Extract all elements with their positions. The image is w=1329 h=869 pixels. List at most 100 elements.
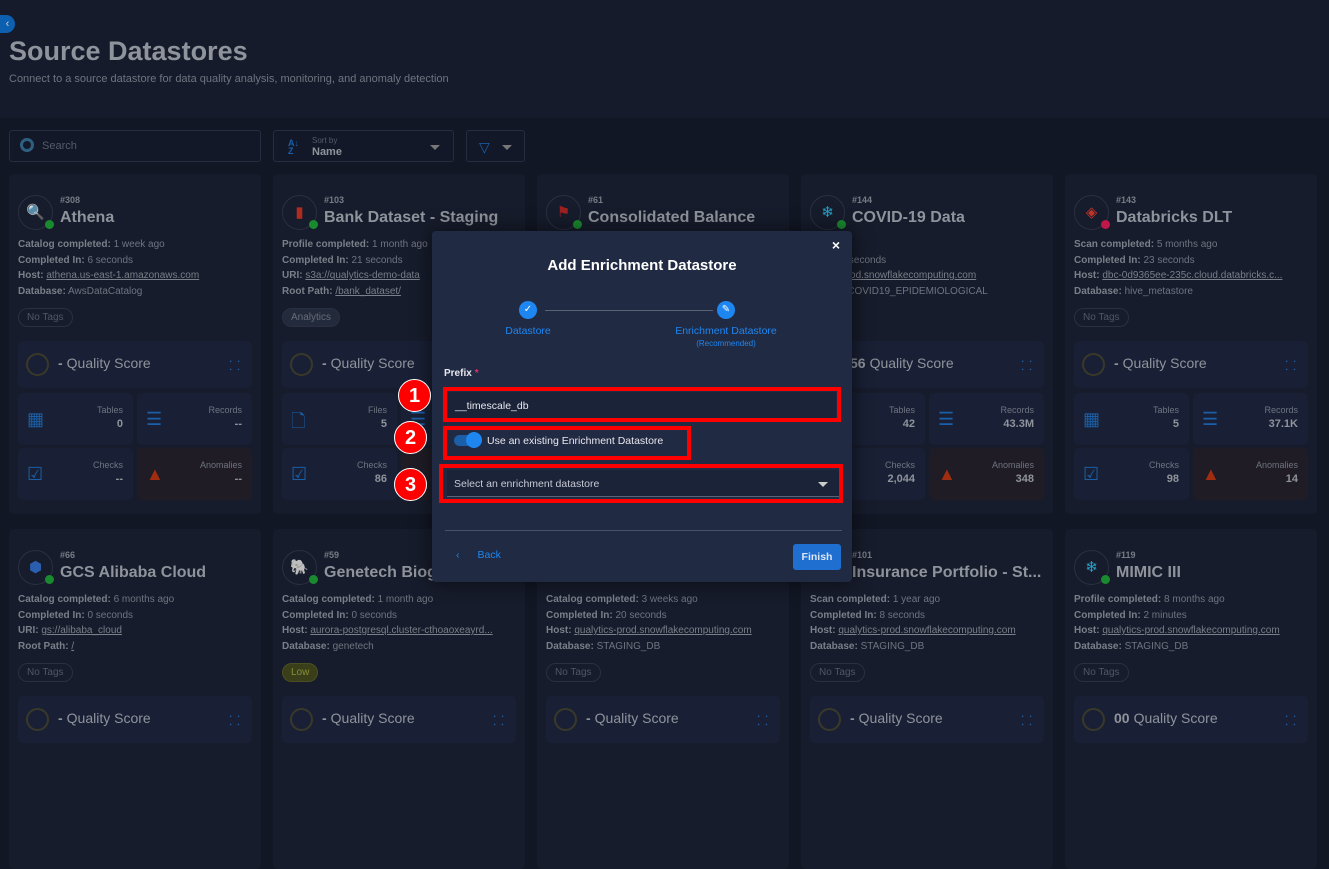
card-detail-line: Completed In: 8 seconds — [810, 610, 1046, 621]
detail-link[interactable]: /bank_dataset/ — [335, 286, 401, 297]
step-label-enrichment: Enrichment Datastore — [675, 325, 777, 337]
stat-tables[interactable]: ▦ Tables 5 — [1074, 393, 1189, 445]
annotation-badge-1: 1 — [398, 379, 431, 412]
datastore-name[interactable]: Athena — [60, 209, 114, 227]
detail-label: Host: — [810, 625, 836, 636]
hierarchy-tree-icon[interactable]: ⸬ — [1285, 356, 1296, 374]
score-value: - — [1114, 355, 1119, 371]
stat-label: Tables — [1152, 405, 1179, 415]
stat-records[interactable]: ☰ Records -- — [137, 393, 252, 445]
stat-label: Anomalies — [1255, 460, 1298, 470]
card-detail-line: Scan completed: 1 year ago — [810, 594, 1046, 605]
datastore-card[interactable]: ◈ #143 Databricks DLT Scan completed: 5 mon… — [1065, 174, 1317, 514]
filter-button[interactable]: ▽ — [466, 130, 525, 162]
tag-chip[interactable]: No Tags — [18, 663, 73, 682]
stat-value: 98 — [1166, 473, 1179, 485]
detail-link[interactable]: dbc-0d9365ee-235c.cloud.databricks.c... — [1102, 270, 1282, 281]
detail-value: 20 seconds — [615, 610, 667, 621]
detail-label: Catalog completed: — [282, 594, 375, 605]
back-button[interactable]: ‹ Back — [456, 549, 519, 561]
hierarchy-tree-icon[interactable]: ⸬ — [1285, 711, 1296, 729]
card-detail-line: Host: aurora-postgresql.cluster-cthoaoxe… — [282, 625, 518, 636]
score-ring — [554, 708, 577, 731]
detail-link[interactable]: gs://alibaba_cloud — [41, 625, 122, 636]
detail-label: Catalog completed: — [18, 239, 111, 250]
close-icon[interactable]: × — [832, 237, 840, 253]
stat-records[interactable]: ☰ Records 37.1K — [1193, 393, 1308, 445]
tag-chip[interactable]: Low — [282, 663, 319, 682]
detail-link[interactable]: qualytics-prod.snowflakecomputing.com — [1102, 625, 1279, 636]
detail-label: Profile completed: — [1074, 594, 1162, 605]
datastore-name[interactable]: Bank Dataset - Staging — [324, 209, 498, 227]
status-dot — [1101, 575, 1110, 584]
stat-checks[interactable]: ☑ Checks 98 — [1074, 448, 1189, 500]
detail-link[interactable]: / — [71, 641, 74, 652]
hierarchy-tree-icon[interactable]: ⸬ — [493, 711, 504, 729]
stat-value: 14 — [1285, 473, 1298, 485]
quality-score-label: Quality Score — [869, 355, 954, 371]
detail-link[interactable]: qualytics-prod.snowflakecomputing.com — [838, 625, 1015, 636]
stat-anomalies[interactable]: ▲ Anomalies 14 — [1193, 448, 1308, 500]
finish-button[interactable]: Finish — [793, 544, 841, 570]
card-detail-line: Database: genetech — [282, 641, 518, 652]
stat-tables[interactable]: ▦ Tables 0 — [18, 393, 133, 445]
quality-score-label: Quality Score — [66, 355, 151, 371]
sidebar-collapse-button[interactable]: ‹ — [0, 15, 15, 33]
annotation-badge-3: 3 — [394, 468, 427, 501]
datastore-name[interactable]: Insurance Portfolio - St... — [852, 564, 1041, 582]
detail-label: Scan completed: — [810, 594, 891, 605]
datastore-card[interactable]: 🔍 #308 Athena Catalog completed: 1 week ago… — [9, 174, 261, 514]
hierarchy-tree-icon[interactable]: ⸬ — [229, 356, 240, 374]
stat-value: 37.1K — [1268, 418, 1298, 430]
quality-score-label: Quality Score — [1133, 710, 1218, 726]
stat-anomalies[interactable]: ▲ Anomalies 348 — [929, 448, 1044, 500]
datastore-card[interactable]: ❄ #119 MIMIC III Profile completed: 8 month… — [1065, 529, 1317, 869]
tag-chip[interactable]: No Tags — [546, 663, 601, 682]
hierarchy-tree-icon[interactable]: ⸬ — [1021, 356, 1032, 374]
detail-label: Completed In: — [810, 610, 877, 621]
quality-score: - Quality Score — [58, 355, 151, 371]
hierarchy-tree-icon[interactable]: ⸬ — [1021, 711, 1032, 729]
search-input[interactable]: Search — [9, 130, 261, 162]
checks-icon: ☑ — [1083, 464, 1100, 484]
detail-link[interactable]: s3a://qualytics-demo-data — [305, 270, 420, 281]
detail-value: STAGING_DB — [1124, 641, 1189, 652]
stat-records[interactable]: ☰ Records 43.3M — [929, 393, 1044, 445]
stat-checks[interactable]: ☑ Checks -- — [18, 448, 133, 500]
datastore-name[interactable]: GCS Alibaba Cloud — [60, 564, 206, 582]
detail-link[interactable]: athena.us-east-1.amazonaws.com — [46, 270, 199, 281]
datastore-name[interactable]: Consolidated Balance — [588, 209, 755, 227]
tag-chip[interactable]: No Tags — [1074, 663, 1129, 682]
datastore-card[interactable]: ⬢ #66 GCS Alibaba Cloud Catalog completed: … — [9, 529, 261, 869]
hierarchy-tree-icon[interactable]: ⸬ — [757, 711, 768, 729]
sort-select[interactable]: A↓ Z Sort by Name — [273, 130, 454, 162]
stat-value: 0 — [116, 418, 123, 430]
detail-link[interactable]: aurora-postgresql.cluster-cthoaoxeayrd..… — [310, 625, 492, 636]
stat-label: Checks — [1148, 460, 1179, 470]
detail-value: 8 seconds — [879, 610, 926, 621]
tag-chip[interactable]: Analytics — [282, 308, 341, 327]
card-detail-line: Database: hive_metastore — [1074, 286, 1310, 297]
tag-chip[interactable]: No Tags — [1074, 308, 1129, 327]
stat-anomalies[interactable]: ▲ Anomalies -- — [137, 448, 252, 500]
stat-checks[interactable]: ☑ Checks 86 — [282, 448, 397, 500]
stat-files[interactable]: 🗋 Files 5 — [282, 393, 397, 445]
datastore-name[interactable]: Databricks DLT — [1116, 209, 1232, 227]
hierarchy-tree-icon[interactable]: ⸬ — [229, 711, 240, 729]
card-detail-line: Host: qualytics-prod.snowflakecomputing.… — [810, 625, 1046, 636]
score-value: 56 — [850, 355, 866, 371]
datastore-name[interactable]: COVID-19 Data — [852, 209, 965, 227]
datastore-name[interactable]: MIMIC III — [1116, 564, 1181, 582]
card-detail-line: Database: STAGING_DB — [1074, 641, 1310, 652]
status-dot — [573, 220, 582, 229]
detail-link[interactable]: qualytics-prod.snowflakecomputing.com — [574, 625, 751, 636]
detail-value: 8 months ago — [1164, 594, 1225, 605]
records-icon: ☰ — [1202, 409, 1219, 429]
tag-chip[interactable]: No Tags — [18, 308, 73, 327]
datastore-name[interactable]: Genetech Biog — [324, 564, 437, 582]
tag-chip[interactable]: No Tags — [810, 663, 865, 682]
stat-label: Anomalies — [991, 460, 1034, 470]
stat-label: Anomalies — [199, 460, 242, 470]
detail-label: Host: — [282, 625, 308, 636]
step-edit-pencil-icon: ✎ — [717, 301, 735, 319]
